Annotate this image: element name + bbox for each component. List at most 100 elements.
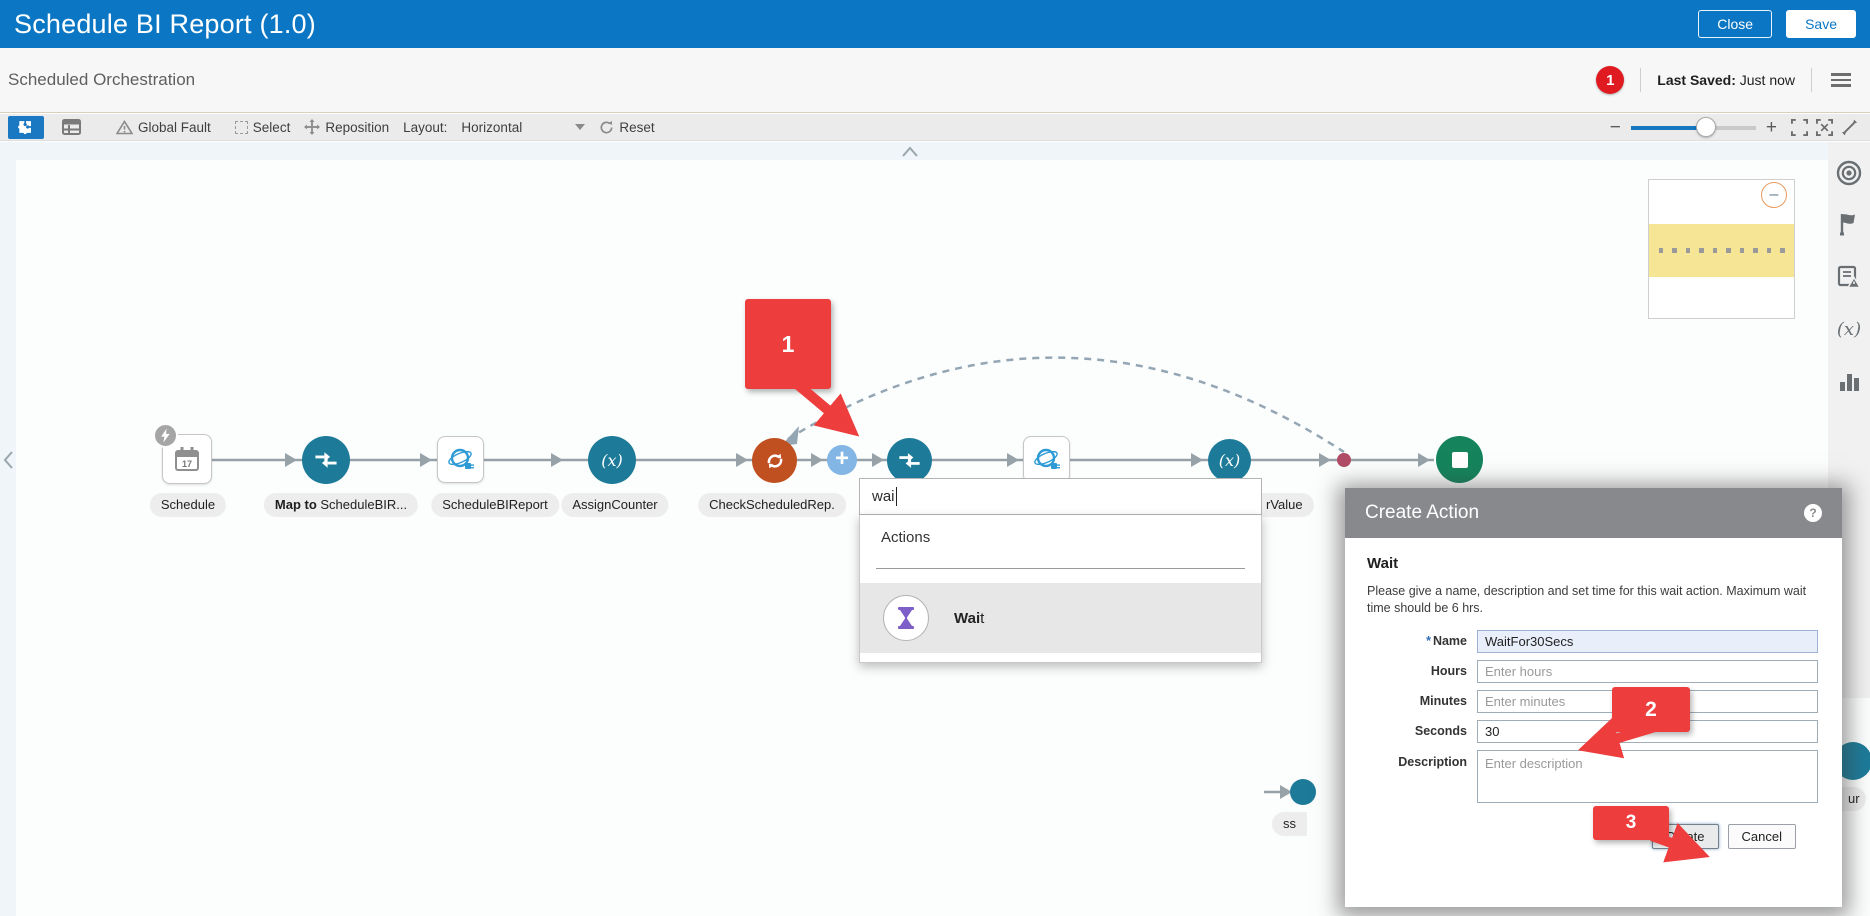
flow-node-adapter-2[interactable]: [1023, 436, 1070, 483]
wait-heading: Wait: [1367, 555, 1818, 572]
name-field[interactable]: [1477, 630, 1818, 653]
reset-label: Reset: [619, 120, 654, 135]
fit-to-window-icon[interactable]: [1791, 119, 1808, 136]
layout-dropdown[interactable]: Horizontal: [457, 120, 585, 135]
wait-icon-circle: [883, 595, 929, 641]
result-label: Wait: [954, 610, 984, 627]
app-header: Schedule BI Report (1.0) Close Save: [0, 0, 1870, 48]
save-button[interactable]: Save: [1786, 10, 1856, 38]
node-label-fragment-rvalue[interactable]: rValue: [1262, 493, 1314, 517]
list-view-button[interactable]: [54, 116, 88, 139]
hamburger-menu-icon[interactable]: [1828, 70, 1854, 90]
last-saved-label: Last Saved:: [1657, 72, 1736, 88]
text-cursor: [896, 487, 898, 506]
actual-size-icon[interactable]: [1816, 119, 1833, 136]
description-field[interactable]: [1477, 750, 1818, 803]
results-section-label: Actions: [881, 529, 930, 546]
wait-description: Please give a name, description and set …: [1367, 583, 1819, 617]
cancel-button[interactable]: Cancel: [1728, 824, 1796, 849]
minimap-collapse-button[interactable]: –: [1761, 182, 1787, 208]
analytics-chart-icon[interactable]: [1834, 366, 1864, 396]
description-label: Description: [1367, 755, 1467, 769]
variables-icon[interactable]: (x): [1834, 314, 1864, 344]
result-item-wait[interactable]: Wait: [860, 583, 1261, 653]
close-button[interactable]: Close: [1698, 10, 1772, 38]
zoom-slider[interactable]: [1631, 117, 1756, 137]
label-text: ScheduleBIR...: [320, 497, 407, 512]
reset-refresh-icon: [599, 120, 614, 135]
flow-node-map-to-schedulebireport[interactable]: [302, 436, 350, 484]
node-label-assigncounter[interactable]: AssignCounter: [561, 493, 668, 517]
select-tool-button[interactable]: Select: [235, 120, 291, 135]
global-fault-label: Global Fault: [138, 120, 211, 135]
reposition-tool-button[interactable]: Reposition: [304, 119, 389, 135]
page-title: Schedule BI Report (1.0): [14, 9, 316, 40]
integration-type-label: Scheduled Orchestration: [8, 70, 195, 90]
reset-layout-button[interactable]: Reset: [599, 120, 654, 135]
flow-insert-plus-node[interactable]: +: [827, 445, 857, 475]
map-icon: [313, 447, 339, 473]
chevron-down-icon: [575, 124, 585, 130]
map-icon: [897, 448, 922, 473]
minutes-label: Minutes: [1367, 694, 1467, 708]
assign-x-icon: (x): [601, 451, 623, 470]
hours-field[interactable]: [1477, 660, 1818, 683]
wait-form: *Name Hours Minutes Seconds Description: [1367, 630, 1818, 803]
label-text: AssignCounter: [572, 497, 657, 512]
node-label-schedule[interactable]: Schedule: [150, 493, 226, 517]
node-label-fragment-ss[interactable]: ss: [1272, 812, 1307, 836]
divider: [1640, 68, 1641, 92]
zoom-slider-knob[interactable]: [1696, 117, 1716, 137]
node-label-fragment-ur[interactable]: ur: [1842, 787, 1866, 811]
adapter-globe-icon: [446, 445, 476, 475]
tracking-target-icon[interactable]: [1834, 158, 1864, 188]
hours-label: Hours: [1367, 664, 1467, 678]
label-text: ScheduleBIReport: [442, 497, 548, 512]
panel-title: Create Action: [1365, 502, 1479, 524]
flow-node-map-2[interactable]: [887, 438, 932, 483]
last-saved-status: Last Saved: Just now: [1657, 72, 1795, 88]
select-label: Select: [253, 120, 291, 135]
action-search-results: Actions Wait: [859, 515, 1262, 663]
merge-point-dot[interactable]: [1337, 453, 1351, 467]
flow-node-schedule[interactable]: 17: [162, 434, 212, 484]
annotation-step-3: 3: [1593, 806, 1669, 840]
global-fault-button[interactable]: Global Fault: [116, 120, 211, 135]
label-text: rValue: [1266, 497, 1303, 512]
node-label-checkscheduledrep[interactable]: CheckScheduledRep.: [698, 493, 846, 517]
flow-node-checkscheduledreport-loop[interactable]: [752, 438, 797, 483]
zoom-out-button[interactable]: −: [1610, 118, 1621, 137]
node-label-schedulebireport[interactable]: ScheduleBIReport: [431, 493, 559, 517]
help-icon[interactable]: ?: [1804, 504, 1822, 522]
orchestration-canvas[interactable]: 17 (x) +: [0, 142, 1870, 916]
flow-node-schedulebireport-adapter[interactable]: [437, 436, 484, 483]
flow-node-assign-2[interactable]: (x): [1208, 439, 1251, 482]
section-divider: [876, 568, 1245, 569]
zoom-in-button[interactable]: +: [1766, 118, 1777, 137]
select-marquee-icon: [235, 121, 248, 134]
errors-report-icon[interactable]: [1834, 262, 1864, 292]
minimap[interactable]: –: [1648, 179, 1795, 319]
create-action-panel: Create Action ? Wait Please give a name,…: [1345, 488, 1842, 907]
milestone-flag-icon[interactable]: [1834, 210, 1864, 240]
flow-node-end[interactable]: [1436, 436, 1483, 483]
label-bold: Map to: [275, 497, 321, 512]
node-label-map1[interactable]: Map to ScheduleBIR...: [264, 493, 418, 517]
seconds-label: Seconds: [1367, 724, 1467, 738]
name-label: *Name: [1367, 634, 1467, 648]
label-text: ur: [1848, 791, 1860, 806]
panel-body: Wait Please give a name, description and…: [1345, 538, 1842, 849]
divider: [1811, 68, 1812, 92]
last-saved-value: Just now: [1740, 72, 1795, 88]
design-view-button[interactable]: [8, 116, 44, 139]
panel-header: Create Action ?: [1345, 488, 1842, 538]
warning-triangle-icon: [116, 120, 133, 135]
expand-diagonal-icon[interactable]: [1841, 119, 1858, 136]
scroll-up-arrow[interactable]: [903, 148, 917, 156]
reposition-label: Reposition: [325, 120, 389, 135]
flow-node-assigncounter[interactable]: (x): [588, 436, 636, 484]
scroll-left-arrow[interactable]: [5, 452, 12, 468]
action-search-input[interactable]: wai: [859, 478, 1262, 515]
schedule-badge: [153, 423, 178, 448]
annotation-step-2: 2: [1612, 687, 1690, 732]
